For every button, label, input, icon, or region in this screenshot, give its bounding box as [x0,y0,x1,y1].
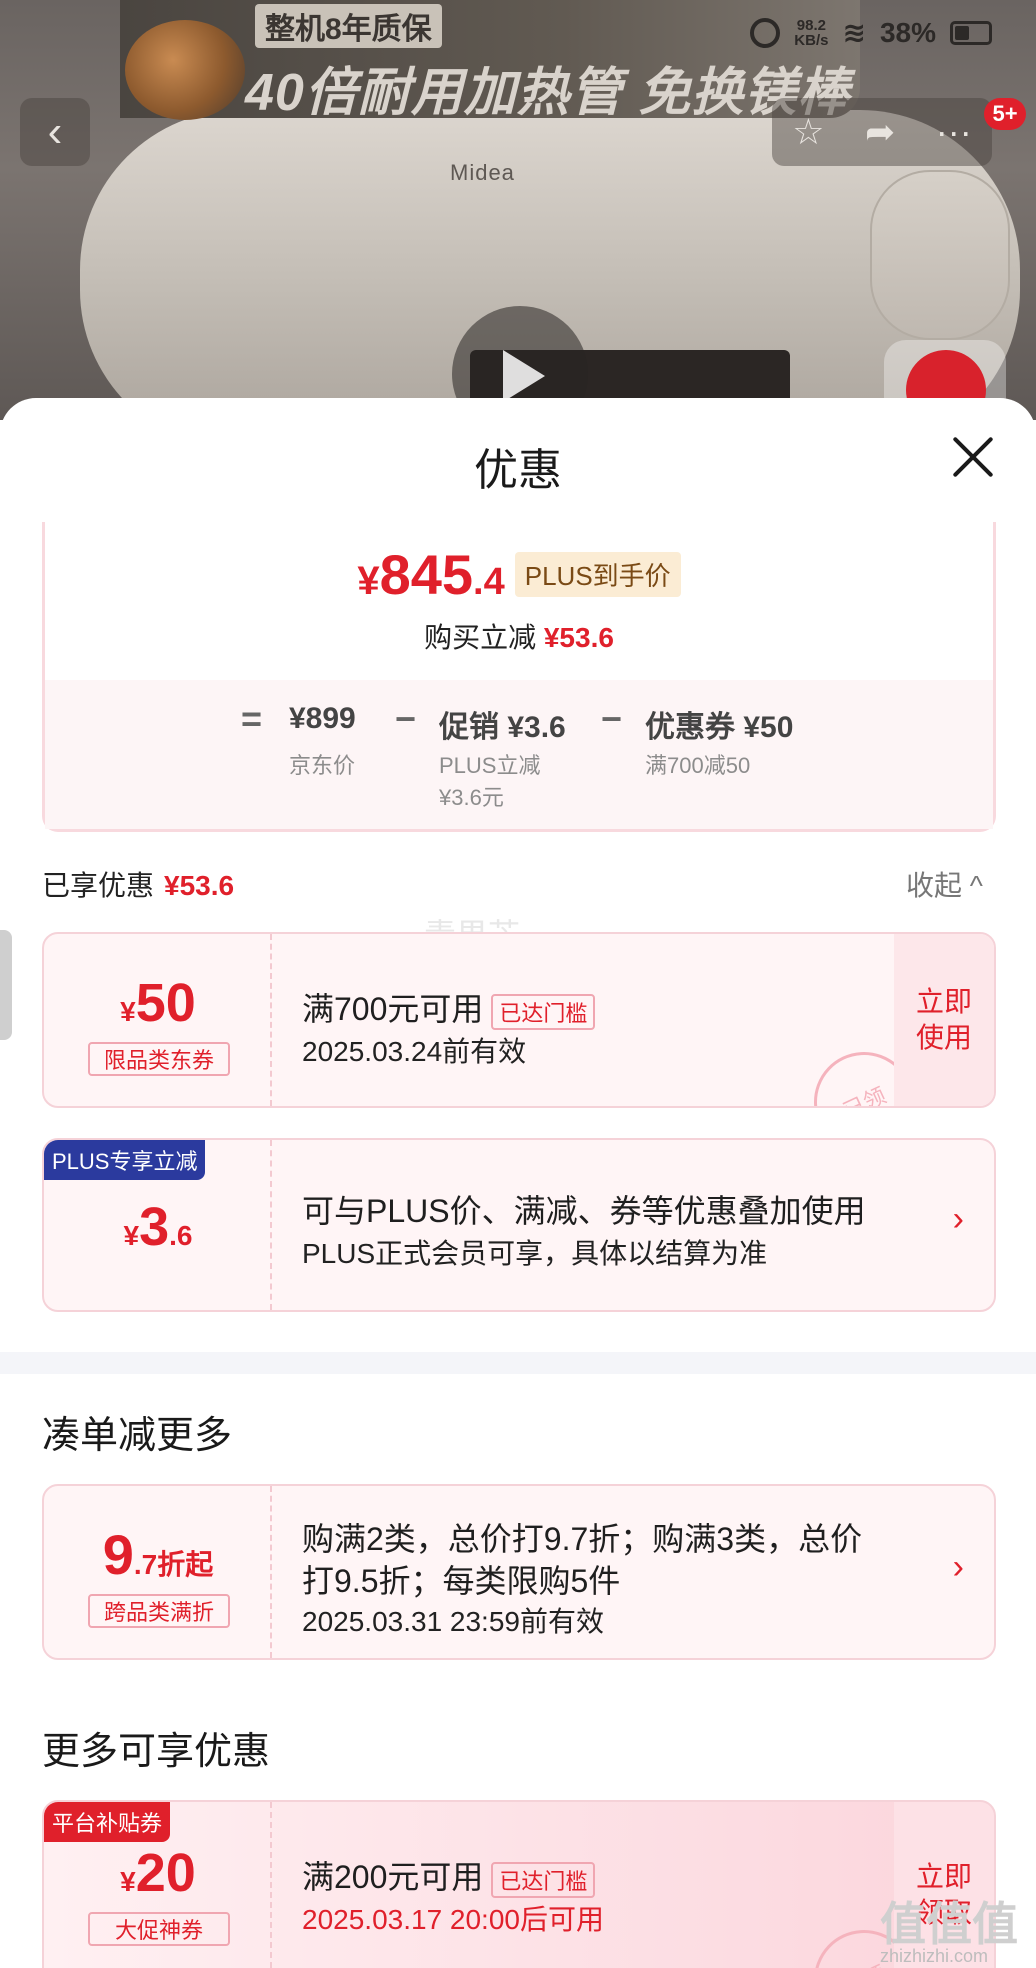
cross-category-card[interactable]: 9.7折起 跨品类满折 购满2类，总价打9.7折；购满3类，总价 打9.5折；每… [42,1484,996,1660]
coupon-amount: 优惠券 ¥50 [645,711,794,744]
chevron-right-icon[interactable]: › [953,1200,964,1239]
discount-rule-line1: 购满2类，总价打9.7折；购满3类，总价 [302,1521,863,1557]
close-icon[interactable] [950,434,996,480]
top-actions: ☆ ➦ ··· [772,98,992,166]
favorite-icon[interactable]: ☆ [792,111,824,153]
banner-headline: 40倍耐用加热管 免换镁棒 [245,64,851,122]
chevron-up-icon: ^ [969,870,983,901]
plus-eligibility: PLUS正式会员可享，具体以结算为准 [302,1238,768,1269]
jd-price: ¥899 [289,702,356,735]
section-heading-bundle: 凑单减更多 [42,1415,233,1457]
section-divider [0,1352,1036,1374]
site-watermark-url: zhizhizhi.com [880,1946,989,1966]
threshold-badge: 已达门槛 [491,1861,596,1898]
final-price: ¥845.4 [357,543,505,606]
discount-expiry: 2025.03.31 23:59前有效 [302,1606,604,1637]
heating-coil-icon [125,20,245,120]
battery-percent: 38% [879,16,936,48]
coupon-card-jd[interactable]: ¥50 限品类东券 满700元可用 已达门槛 2025.03.24前有效 已领 立… [42,932,996,1108]
platform-subsidy-card[interactable]: 平台补贴券 ¥20 大促神券 满200元可用 已达门槛 2025.03.17 20… [42,1800,996,1968]
discount-rule-line2: 打9.5折；每类限购5件 [302,1563,621,1599]
plus-reduction-card[interactable]: PLUS专享立减 ¥3.6 可与PLUS价、满减、券等优惠叠加使用 PLUS正式… [42,1138,996,1312]
brand-logo: Midea [450,160,515,185]
threshold-badge: 已达门槛 [491,993,596,1030]
share-icon[interactable]: ➦ [865,111,895,153]
discount-rate: 9.7折起 [102,1523,214,1586]
promo-sub-label: PLUS立减 [439,753,541,778]
coupon-expiry: 2025.03.24前有效 [302,1036,527,1067]
plus-stack-info: 可与PLUS价、满减、券等优惠叠加使用 [302,1193,866,1229]
use-now-button[interactable]: 立即 使用 [894,934,994,1106]
equals-sign: = [241,698,263,739]
play-icon [503,350,545,402]
coupon-amount: ¥50 [120,973,196,1033]
subsidy-condition: 满200元可用 已达门槛 [302,1852,596,1898]
minus-sign: − [395,698,417,739]
minus-sign: − [601,698,623,739]
plus-amount: ¥3.6 [123,1197,193,1257]
subsidy-tag: 平台补贴券 [44,1802,171,1842]
section-heading-more-offers: 更多可享优惠 [42,1731,271,1773]
heater-dial [870,170,1010,340]
plus-price-tag: PLUS到手价 [514,552,681,597]
back-icon: ‹ [47,107,63,156]
back-button[interactable]: ‹ [20,98,90,166]
coupon-sub-label: 满700减50 [645,753,751,778]
message-badge: 5+ [984,98,1026,130]
network-speed: 98.2 KB/s [794,18,828,48]
alarm-icon [750,17,781,48]
final-price-row: ¥845.4 PLUS到手价 [45,542,993,607]
subsidy-type: 大促神券 [88,1912,230,1946]
wifi-icon: ≋ [842,17,866,48]
chevron-right-icon[interactable]: › [953,1548,964,1587]
side-drawer-handle[interactable] [0,930,12,1040]
discount-sheet: 优惠 ¥845.4 PLUS到手价 购买立减 ¥53.6 = ¥899 京东价 … [0,398,1036,1968]
price-breakdown: = ¥899 京东价 − 促销 ¥3.6 PLUS立减 ¥3.6元 − 优惠券 … [45,680,993,829]
price-summary: ¥845.4 PLUS到手价 购买立减 ¥53.6 = ¥899 京东价 − 促… [42,522,996,832]
instant-reduction: 购买立减 ¥53.6 [424,622,614,653]
subsidy-amount: ¥20 [120,1843,196,1903]
product-hero[interactable]: Midea 整机8年质保 40倍耐用加热管 免换镁棒 [0,0,1036,420]
jd-price-label: 京东价 [289,753,356,778]
more-icon[interactable]: ··· [936,111,972,153]
subsidy-start-time: 2025.03.17 20:00后可用 [302,1904,604,1935]
battery-icon [950,20,992,45]
enjoyed-discount: 已享优惠 ¥53.6 [42,870,235,901]
banner-warranty: 整机8年质保 [255,4,442,48]
plus-exclusive-tag: PLUS专享立减 [44,1140,206,1180]
promo-sub-value: ¥3.6元 [439,785,504,810]
discount-type: 跨品类满折 [88,1594,230,1628]
coupon-type: 限品类东券 [88,1042,230,1076]
collapse-button[interactable]: 收起 ^ [906,864,983,904]
sheet-title: 优惠 [474,446,562,495]
promo-amount: 促销 ¥3.6 [439,711,566,744]
coupon-condition: 满700元可用 已达门槛 [302,984,596,1030]
speed-unit: KB/s [794,31,829,49]
speed-value: 98.2 [796,16,826,34]
site-watermark-logo: 值值值 [880,1898,1018,1950]
status-bar: 98.2 KB/s ≋ 38% [750,16,992,49]
